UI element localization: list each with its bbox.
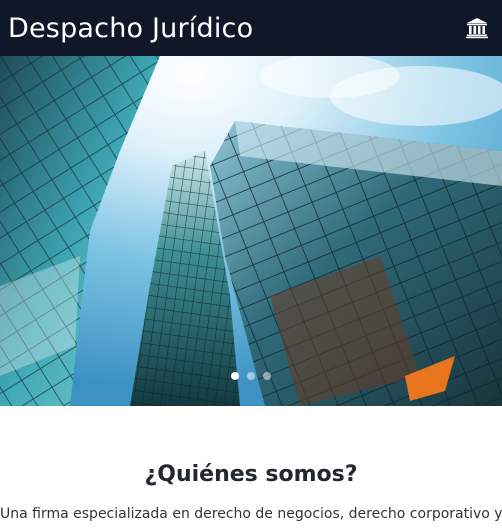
carousel-dot-2[interactable] <box>247 372 255 380</box>
carousel-dot-3[interactable] <box>263 372 271 380</box>
carousel-indicators <box>0 372 502 380</box>
carousel-dot-1[interactable] <box>231 372 239 380</box>
about-section: ¿Quiénes somos? Una firma especializada … <box>0 406 502 528</box>
about-title: ¿Quiénes somos? <box>144 462 358 487</box>
brand-title[interactable]: Despacho Jurídico <box>8 13 253 44</box>
carousel-slide-image <box>0 56 502 406</box>
hero-carousel[interactable] <box>0 56 502 406</box>
top-navbar: Despacho Jurídico <box>0 0 502 56</box>
bank-icon[interactable] <box>464 15 490 41</box>
about-text: Una firma especializada en derecho de ne… <box>0 506 502 522</box>
